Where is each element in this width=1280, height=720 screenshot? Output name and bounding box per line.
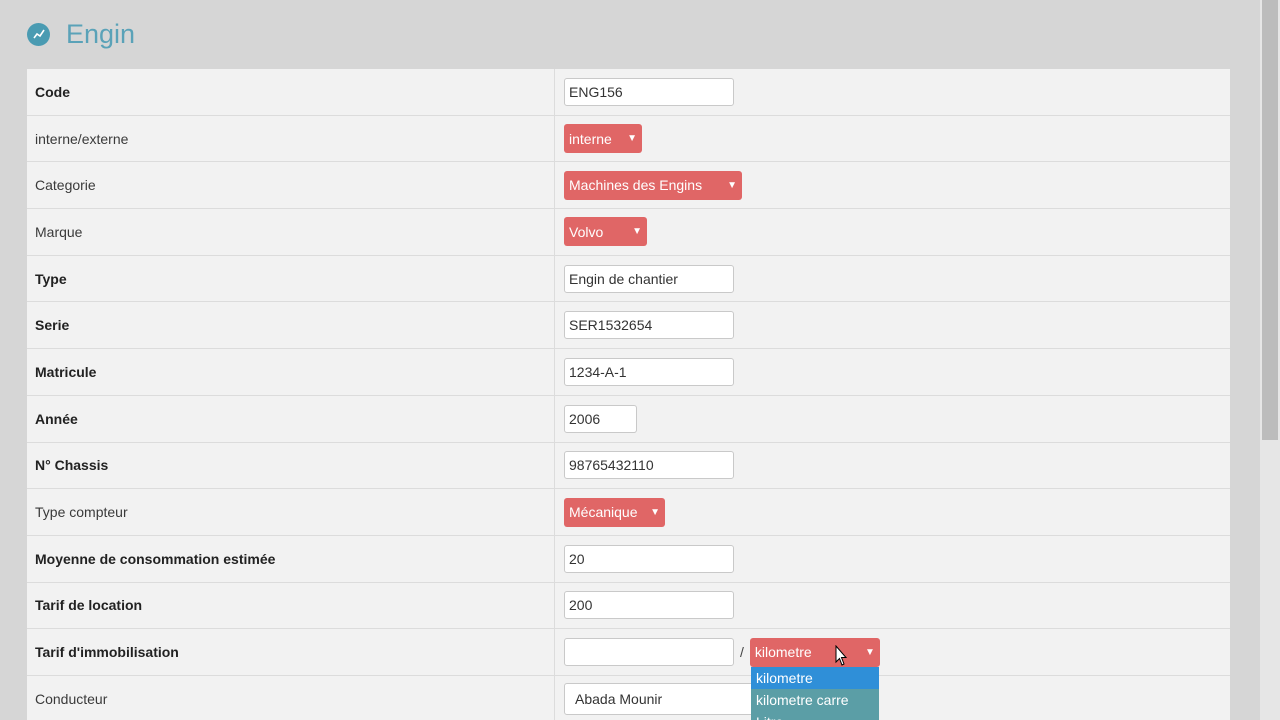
serie-label: Serie	[27, 302, 555, 349]
unit-separator: /	[740, 644, 744, 661]
row-type: Type	[27, 255, 1230, 303]
mouse-cursor-icon	[835, 645, 848, 666]
engin-form: Code interne/externe interne ▼ Categorie…	[27, 69, 1230, 720]
interne-externe-label: interne/externe	[27, 115, 555, 162]
type-input[interactable]	[564, 264, 734, 293]
scrollbar-thumb[interactable]	[1262, 0, 1278, 440]
row-type-compteur: Type compteur Mécanique ▼	[27, 489, 1230, 536]
moyenne-label: Moyenne de consommation estimée	[27, 535, 555, 582]
row-code: Code	[27, 69, 1230, 116]
marque-value: Volvo	[569, 223, 604, 240]
scrollbar[interactable]	[1260, 0, 1280, 720]
unit-select[interactable]: kilometre ▼	[749, 637, 880, 667]
categorie-value: Machines des Engins	[569, 177, 703, 194]
unit-dropdown-list: kilometre kilometre carre Litre	[751, 667, 879, 720]
chassis-label: N° Chassis	[27, 442, 555, 489]
unit-option[interactable]: kilometre carre	[751, 689, 879, 711]
unit-option[interactable]: Litre	[751, 711, 879, 720]
row-matricule: Matricule	[27, 349, 1230, 396]
moyenne-input[interactable]	[564, 544, 734, 573]
row-tarif-immobilisation: Tarif d'immobilisation / kilometre ▼	[27, 629, 1230, 676]
marque-select[interactable]: Volvo ▼	[564, 217, 647, 247]
page-title: Engin	[66, 18, 136, 49]
row-tarif-location: Tarif de location	[27, 582, 1230, 630]
caret-down-icon: ▼	[632, 226, 642, 238]
unit-option[interactable]: kilometre	[751, 667, 879, 689]
marque-label: Marque	[27, 209, 555, 255]
matricule-input[interactable]	[564, 357, 734, 386]
row-moyenne: Moyenne de consommation estimée	[27, 535, 1230, 583]
type-compteur-label: Type compteur	[27, 489, 555, 535]
type-compteur-select[interactable]: Mécanique ▼	[564, 497, 665, 527]
conducteur-label: Conducteur	[27, 675, 555, 720]
row-serie: Serie	[27, 302, 1230, 350]
categorie-label: Categorie	[27, 162, 555, 209]
caret-down-icon: ▼	[864, 646, 875, 658]
conducteur-select[interactable]: Abada Mounir	[564, 682, 764, 715]
annee-label: Année	[27, 395, 555, 442]
row-categorie: Categorie Machines des Engins ▼	[27, 162, 1230, 210]
categorie-select[interactable]: Machines des Engins ▼	[564, 170, 742, 200]
caret-down-icon: ▼	[650, 506, 660, 518]
unit-value: kilometre	[754, 644, 812, 661]
row-interne-externe: interne/externe interne ▼	[27, 115, 1230, 163]
type-compteur-value: Mécanique	[569, 504, 638, 521]
code-label: Code	[27, 69, 555, 115]
chassis-input[interactable]	[564, 451, 734, 480]
serie-input[interactable]	[564, 311, 734, 340]
type-label: Type	[27, 255, 555, 302]
chart-icon	[27, 22, 50, 46]
page-header: Engin	[27, 14, 135, 54]
row-chassis: N° Chassis	[27, 442, 1230, 490]
row-conducteur: Conducteur Abada Mounir	[27, 675, 1230, 720]
tarif-location-label: Tarif de location	[27, 582, 555, 629]
annee-input[interactable]	[564, 404, 637, 433]
tarif-immobilisation-input[interactable]	[564, 638, 734, 667]
interne-externe-select[interactable]: interne ▼	[564, 124, 642, 154]
tarif-immobilisation-label: Tarif d'immobilisation	[27, 629, 555, 675]
conducteur-value: Abada Mounir	[575, 690, 663, 707]
interne-externe-value: interne	[569, 130, 612, 147]
caret-down-icon: ▼	[627, 133, 637, 145]
matricule-label: Matricule	[27, 349, 555, 395]
row-annee: Année	[27, 395, 1230, 443]
tarif-location-input[interactable]	[564, 591, 734, 620]
row-marque: Marque Volvo ▼	[27, 209, 1230, 256]
caret-down-icon: ▼	[727, 179, 737, 191]
code-input[interactable]	[564, 77, 734, 106]
